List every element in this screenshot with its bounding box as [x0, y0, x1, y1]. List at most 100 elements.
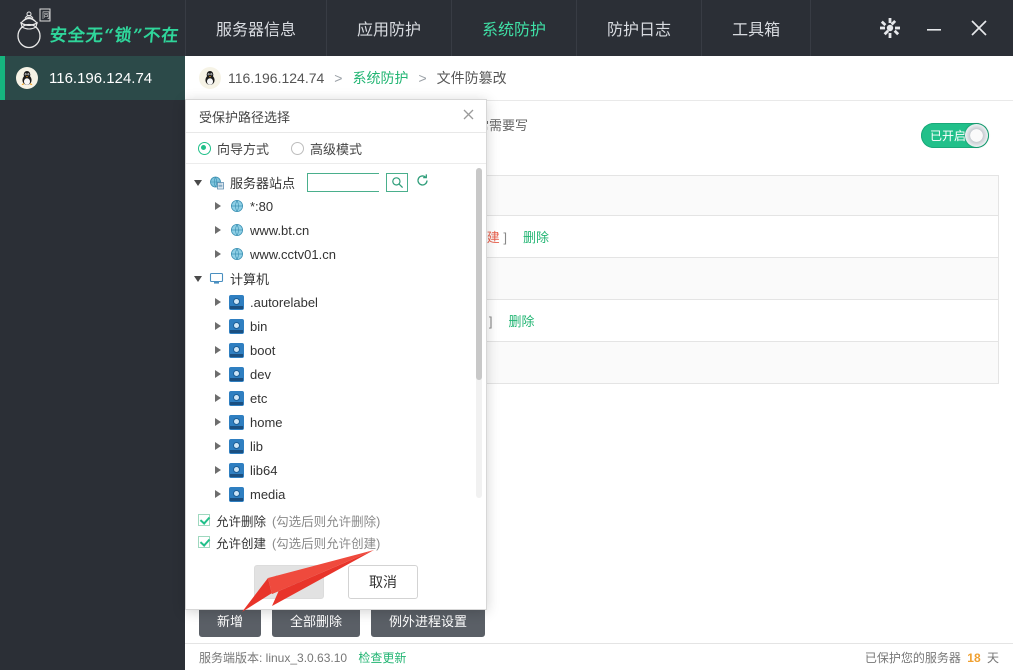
- tree-node-label: www.bt.cn: [250, 222, 310, 238]
- breadcrumb-section[interactable]: 系统防护: [352, 68, 408, 88]
- tree-node-boot[interactable]: boot: [192, 338, 486, 362]
- radio-wizard-label: 向导方式: [217, 141, 270, 157]
- chevron-right-icon[interactable]: [214, 393, 223, 403]
- breadcrumb-separator-2: >: [418, 70, 427, 86]
- drive-icon: [229, 318, 244, 334]
- tree-node-dev[interactable]: dev: [192, 362, 486, 386]
- sidebar-item-host[interactable]: 116.196.124.74: [0, 56, 185, 100]
- drive-icon: [229, 462, 244, 478]
- chevron-right-icon[interactable]: [214, 225, 223, 235]
- chevron-down-icon[interactable]: [194, 178, 203, 187]
- globe-icon: [229, 199, 244, 214]
- checkbox-icon: [198, 536, 210, 548]
- chevron-right-icon[interactable]: [214, 489, 223, 499]
- drive-icon: [229, 414, 244, 430]
- server-sites-icon: [209, 175, 224, 190]
- refresh-icon[interactable]: [415, 173, 430, 191]
- checkbox-allow-create-label: 允许创建: [216, 536, 267, 551]
- chevron-right-icon[interactable]: [214, 321, 223, 331]
- close-icon[interactable]: [967, 16, 991, 40]
- checkbox-allow-create[interactable]: 允许创建 (勾选后则允许创建): [198, 531, 486, 553]
- breadcrumb-page: 文件防篡改: [436, 70, 507, 86]
- tab-toolbox[interactable]: 工具箱: [702, 0, 812, 56]
- check-update-link[interactable]: 检查更新: [358, 651, 406, 665]
- checkbox-allow-create-hint: (勾选后则允许创建): [272, 536, 381, 551]
- lock-basket-icon: 同: [8, 5, 54, 51]
- toggle-knob: [965, 124, 988, 147]
- application-window: 同 安全无“锁”不在 服务器信息 应用防护 系统防护 防护日志 工具箱 116.…: [0, 0, 1013, 670]
- protected-path-dialog: 受保护路径选择 向导方式 高级模式 服务器站点 *:80 www.bt.cn w…: [185, 99, 487, 610]
- breadcrumb-separator: >: [334, 70, 343, 86]
- bracket-close: ]: [503, 230, 507, 245]
- protected-suffix: 天: [986, 650, 999, 665]
- chevron-right-icon[interactable]: [214, 249, 223, 259]
- tree-node-site-bt[interactable]: www.bt.cn: [192, 218, 486, 242]
- search-icon[interactable]: [386, 172, 409, 192]
- bracket-close: ]: [488, 314, 493, 329]
- chevron-right-icon[interactable]: [214, 201, 223, 211]
- radio-dot-icon: [198, 141, 211, 155]
- tree-node-label: 服务器站点: [230, 175, 296, 191]
- tab-system-protection[interactable]: 系统防护: [452, 0, 578, 56]
- body-row: 116.196.124.74 116.196.124.74 > 系统防护 > 文…: [0, 56, 1013, 670]
- tree-node-lib[interactable]: lib: [192, 434, 486, 458]
- chevron-right-icon[interactable]: [214, 369, 223, 379]
- tree-node-computer[interactable]: 计算机: [192, 266, 486, 290]
- chevron-down-icon[interactable]: [194, 274, 203, 283]
- tree-node-label: *:80: [250, 198, 274, 214]
- checkbox-allow-delete-label: 允许删除: [216, 514, 267, 529]
- drive-icon: [229, 486, 244, 502]
- tree-node-server-sites[interactable]: 服务器站点: [192, 170, 486, 194]
- drive-icon: [229, 342, 244, 358]
- computer-icon: [209, 271, 224, 286]
- radio-wizard-mode[interactable]: 向导方式: [198, 139, 269, 158]
- settings-gear-icon[interactable]: [879, 17, 901, 39]
- row-delete-link[interactable]: 删除: [523, 227, 549, 246]
- tree-node-media[interactable]: media: [192, 482, 486, 505]
- tree-scrollbar[interactable]: [476, 168, 482, 498]
- tab-protection-log[interactable]: 防护日志: [577, 0, 703, 56]
- dialog-title: 受保护路径选择: [199, 109, 291, 125]
- linux-penguin-icon: [199, 67, 221, 89]
- drive-icon: [229, 366, 244, 382]
- tree-node-site-80[interactable]: *:80: [192, 194, 486, 218]
- cancel-button[interactable]: 取消: [348, 565, 418, 599]
- chevron-right-icon[interactable]: [214, 441, 223, 451]
- tree-node-label: etc: [250, 390, 268, 406]
- tree-node-label: lib: [250, 438, 264, 454]
- close-icon[interactable]: [461, 107, 476, 126]
- footer-version: 服务端版本: linux_3.0.63.10 检查更新: [199, 649, 406, 666]
- row-delete-link[interactable]: 删除: [508, 311, 534, 330]
- protected-days: 18: [967, 650, 981, 665]
- chevron-right-icon[interactable]: [214, 297, 223, 307]
- confirm-button[interactable]: 确定: [254, 565, 324, 599]
- tree-node-site-cctv01[interactable]: www.cctv01.cn: [192, 242, 486, 266]
- tree-node-label: bin: [250, 318, 268, 334]
- breadcrumb: 116.196.124.74 > 系统防护 > 文件防篡改: [185, 56, 1013, 101]
- tree-node-lib64[interactable]: lib64: [192, 458, 486, 482]
- protection-toggle[interactable]: 已开启: [921, 123, 989, 148]
- minimize-icon[interactable]: [923, 17, 945, 39]
- tree-node-autorelabel[interactable]: .autorelabel: [192, 290, 486, 314]
- dialog-mode-radios: 向导方式 高级模式: [186, 133, 486, 164]
- tree-scrollbar-thumb[interactable]: [476, 168, 482, 380]
- chevron-right-icon[interactable]: [214, 417, 223, 427]
- checkbox-allow-delete[interactable]: 允许删除 (勾选后则允许删除): [198, 509, 486, 531]
- globe-icon: [229, 223, 244, 238]
- breadcrumb-host[interactable]: 116.196.124.74: [228, 70, 324, 86]
- tree-node-etc[interactable]: etc: [192, 386, 486, 410]
- tree-node-label: .autorelabel: [250, 294, 318, 310]
- chevron-right-icon[interactable]: [214, 465, 223, 475]
- drive-icon: [229, 390, 244, 406]
- chevron-right-icon[interactable]: [214, 345, 223, 355]
- svg-text:同: 同: [42, 11, 50, 20]
- tab-app-protection[interactable]: 应用防护: [327, 0, 453, 56]
- tree-node-bin[interactable]: bin: [192, 314, 486, 338]
- radio-advanced-mode[interactable]: 高级模式: [291, 139, 362, 158]
- tree-node-label: boot: [250, 342, 276, 358]
- radio-advanced-label: 高级模式: [310, 141, 363, 157]
- tree-node-home[interactable]: home: [192, 410, 486, 434]
- window-controls: [857, 0, 1013, 56]
- tab-server-info[interactable]: 服务器信息: [185, 0, 328, 56]
- search-input[interactable]: [307, 172, 380, 192]
